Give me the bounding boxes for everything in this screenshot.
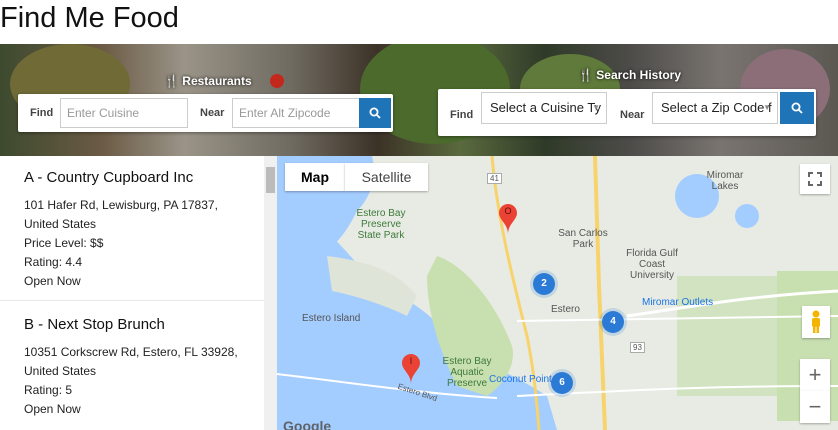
zipcode-input[interactable]: Enter Alt Zipcode <box>232 98 360 128</box>
map-place-label: Estero <box>551 304 580 315</box>
result-divider <box>0 300 264 301</box>
map-cluster[interactable]: 2 <box>533 273 555 295</box>
map-place-label: Florida Gulf Coast University <box>626 248 678 281</box>
find-label: Find <box>30 107 54 119</box>
zipcode-history-select[interactable]: Select a Zip Code f ▼ <box>652 92 778 124</box>
result-status: Open Now <box>24 274 81 288</box>
map-place-label: San Carlos Park <box>558 228 608 250</box>
plus-icon: + <box>808 362 822 387</box>
chevron-down-icon: ▼ <box>763 103 771 112</box>
result-rating: Rating: 5 <box>24 383 73 397</box>
search-history-panel: Find Select a Cuisine Ty ▼ Near Select a… <box>438 89 816 136</box>
minus-icon: − <box>808 394 822 419</box>
map-place-label: Miromar Outlets <box>642 297 714 308</box>
result-title: A - Country Cupboard Inc <box>24 169 194 186</box>
near-label: Near <box>200 107 225 119</box>
find-label: Find <box>450 109 474 121</box>
restaurant-search-button[interactable] <box>359 98 391 128</box>
map-place-label: Estero Bay Preserve State Park <box>356 208 406 241</box>
restaurants-heading: 🍴 Restaurants <box>164 74 252 88</box>
restaurant-search-panel: Find Enter Cuisine Near Enter Alt Zipcod… <box>18 94 393 132</box>
result-address: 10351 Corkscrew Rd, Estero, FL 33928, Un… <box>24 345 238 378</box>
pegman-icon <box>812 310 820 333</box>
near-label: Near <box>620 109 645 121</box>
map-view[interactable]: Map Satellite + − O I 2 4 6 Estero Bay P… <box>277 156 838 430</box>
result-item[interactable]: A - Country Cupboard Inc 101 Hafer Rd, L… <box>0 169 264 291</box>
scrollbar-thumb[interactable] <box>266 167 275 193</box>
route-shield: 93 <box>630 342 645 353</box>
food-image <box>270 74 284 88</box>
map-place-label: Miromar Lakes <box>706 170 744 192</box>
fork-knife-icon: 🍴 <box>164 74 179 88</box>
map-place-label: Coconut Point <box>489 374 552 385</box>
result-rating: Rating: 4.4 <box>24 255 83 269</box>
fork-knife-icon: 🍴 <box>578 68 593 82</box>
cuisine-input[interactable]: Enter Cuisine <box>60 98 188 128</box>
map-marker[interactable]: O <box>499 204 517 239</box>
results-list[interactable]: A - Country Cupboard Inc 101 Hafer Rd, L… <box>0 156 277 430</box>
tab-map[interactable]: Map <box>285 163 345 191</box>
zoom-in-button[interactable]: + <box>800 359 830 391</box>
result-item[interactable]: B - Next Stop Brunch 10351 Corkscrew Rd,… <box>0 316 264 419</box>
tab-satellite[interactable]: Satellite <box>345 163 428 191</box>
chevron-down-icon: ▼ <box>592 103 600 112</box>
cuisine-history-select[interactable]: Select a Cuisine Ty ▼ <box>481 92 607 124</box>
result-address: 101 Hafer Rd, Lewisburg, PA 17837, Unite… <box>24 198 218 231</box>
result-price: Price Level: $$ <box>24 236 104 250</box>
app-title: Find Me Food <box>0 2 179 34</box>
search-icon <box>791 102 803 114</box>
search-history-heading: 🍴 Search History <box>578 68 681 82</box>
result-title: B - Next Stop Brunch <box>24 316 165 333</box>
pegman-button[interactable] <box>802 306 830 338</box>
fullscreen-button[interactable] <box>800 164 830 194</box>
map-cluster[interactable]: 6 <box>551 372 573 394</box>
result-status: Open Now <box>24 402 81 416</box>
hero-banner: 🍴 Restaurants 🍴 Search History Find Ente… <box>0 44 838 156</box>
results-scrollbar[interactable] <box>264 156 277 430</box>
route-shield: 41 <box>487 173 502 184</box>
history-search-button[interactable] <box>780 92 814 124</box>
map-cluster[interactable]: 4 <box>602 311 624 333</box>
fullscreen-icon <box>808 172 822 186</box>
search-icon <box>369 107 381 119</box>
zoom-out-button[interactable]: − <box>800 391 830 423</box>
google-logo: Google <box>283 418 332 430</box>
map-place-label: Estero Island <box>302 313 361 324</box>
